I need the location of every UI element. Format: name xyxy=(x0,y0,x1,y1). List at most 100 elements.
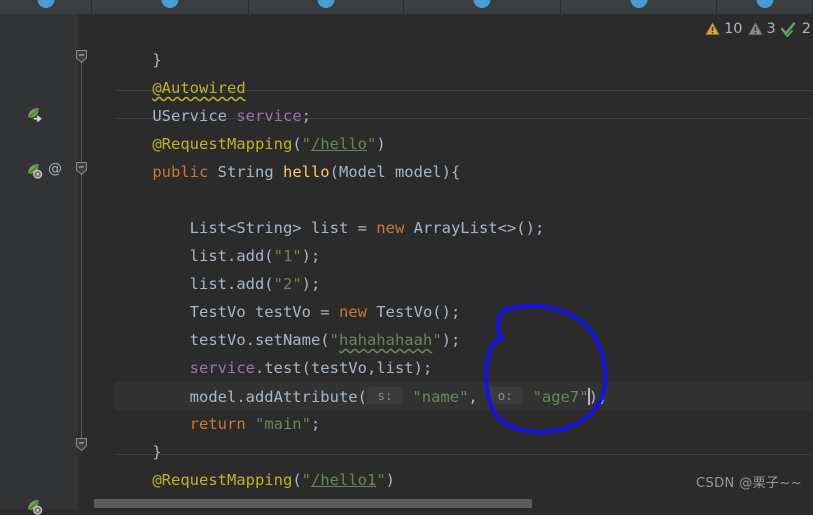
code-token: ; xyxy=(311,275,321,293)
code-token: list.add( xyxy=(189,247,274,265)
editor-tab-1[interactable] xyxy=(0,0,92,14)
warning-triangle-icon xyxy=(705,22,720,35)
idea-editor-window: @ 0203 }04 @Autowired05 UService service… xyxy=(0,0,813,515)
code-token: "main" xyxy=(254,415,311,433)
code-token: new xyxy=(376,219,414,237)
fold-collapse-bottom[interactable] xyxy=(76,162,87,175)
horizontal-scrollbar-thumb[interactable] xyxy=(94,499,532,508)
code-token: ) xyxy=(385,471,396,489)
code-token: /hello1 xyxy=(311,471,377,489)
editor-tab-2[interactable] xyxy=(92,0,249,14)
code-token: service xyxy=(236,107,302,125)
code-token: ; xyxy=(450,303,461,321)
code-token: s: xyxy=(366,387,404,404)
inspection-status-widget[interactable]: 10 3 2 xyxy=(705,14,813,44)
inspection-ok-group[interactable]: 2 xyxy=(780,21,811,37)
code-line[interactable]: 09 List<String> list = new ArrayList<>()… xyxy=(115,214,545,242)
weak-warning-count: 3 xyxy=(766,21,776,37)
tab-icon xyxy=(756,0,773,8)
code-token: " xyxy=(376,471,386,489)
editor-tab-6[interactable] xyxy=(717,0,813,14)
code-token: ) xyxy=(376,135,386,153)
fold-collapse-end[interactable] xyxy=(76,438,87,451)
code-token: ; xyxy=(301,107,311,125)
code-token: @Autowired xyxy=(152,79,246,97)
code-token: list.add( xyxy=(189,275,274,293)
code-line[interactable]: 15 model.addAttribute( s: "name", o: "ag… xyxy=(115,382,607,410)
editor-tab-5[interactable] xyxy=(561,0,717,14)
tab-icon xyxy=(317,0,335,8)
code-editor[interactable]: @ 0203 }04 @Autowired05 UService service… xyxy=(0,14,813,515)
tab-icon xyxy=(630,0,647,8)
code-token: ) xyxy=(301,275,311,293)
code-token: ArrayList<>() xyxy=(413,219,535,237)
code-token: "name" xyxy=(412,388,469,406)
spring-bean-mapping-icon-2[interactable] xyxy=(26,498,43,515)
code-token: ; xyxy=(310,415,321,433)
code-line[interactable]: 18 @RequestMapping("/hello1") xyxy=(115,466,395,494)
code-token: " xyxy=(367,135,377,153)
code-token: " xyxy=(301,135,311,153)
code-line[interactable]: 04 @Autowired xyxy=(115,74,246,102)
code-line[interactable]: 17 } xyxy=(115,438,162,466)
code-token: model.addAttribute( xyxy=(189,388,367,406)
code-token: ) xyxy=(588,388,598,406)
code-token: TestVo testVo = xyxy=(189,303,339,321)
fold-region-line xyxy=(81,56,82,441)
code-token: TestVo() xyxy=(376,303,451,321)
code-line[interactable]: 11 list.add("2"); xyxy=(115,270,321,298)
code-token: " xyxy=(432,331,442,349)
code-token: list) xyxy=(376,359,423,377)
inspection-ok-count: 2 xyxy=(801,21,811,37)
code-token: @RequestMapping xyxy=(152,135,293,153)
spring-bean-autowire-icon[interactable] xyxy=(26,106,43,123)
warning-group[interactable]: 10 xyxy=(705,21,743,37)
code-token: ) xyxy=(301,247,311,265)
code-line[interactable]: 14 service.test(testVo,list); xyxy=(115,354,433,382)
fold-column[interactable] xyxy=(78,14,115,509)
editor-tab-strip xyxy=(0,0,813,14)
code-token: service xyxy=(189,359,255,377)
spring-bean-mapping-icon[interactable] xyxy=(26,162,43,179)
code-line[interactable]: 10 list.add("1"); xyxy=(115,242,321,270)
code-token: } xyxy=(115,51,162,69)
code-line[interactable]: 03 } xyxy=(115,46,162,74)
code-token: ; xyxy=(311,247,321,265)
fold-collapse-top[interactable] xyxy=(76,50,87,63)
code-token: (Model model){ xyxy=(329,163,461,181)
warning-count: 10 xyxy=(724,21,743,37)
code-line[interactable]: 13 testVo.setName("hahahahaah"); xyxy=(115,326,461,354)
code-token: "age7" xyxy=(532,388,589,406)
code-token: } xyxy=(115,443,162,461)
editor-tab-4[interactable] xyxy=(404,0,561,14)
code-text-area[interactable]: 0203 }04 @Autowired05 UService service;0… xyxy=(115,14,813,509)
code-line[interactable]: 12 TestVo testVo = new TestVo(); xyxy=(115,298,461,326)
editor-tab-3[interactable] xyxy=(249,0,404,14)
code-line[interactable]: 07 public String hello(Model model){ xyxy=(115,158,460,186)
code-token: @RequestMapping xyxy=(152,471,293,489)
code-line[interactable]: 16 return "main"; xyxy=(115,410,321,438)
weak-warning-group[interactable]: 3 xyxy=(747,21,776,37)
code-line[interactable]: 06 @RequestMapping("/hello") xyxy=(115,130,386,158)
code-token: String xyxy=(217,163,283,181)
weak-warning-triangle-icon xyxy=(747,22,763,35)
tab-icon xyxy=(161,0,179,8)
code-token: public xyxy=(152,163,218,181)
code-token: " xyxy=(301,471,311,489)
code-token: hahahahaah xyxy=(338,331,433,349)
code-token: ( xyxy=(292,471,302,489)
code-line[interactable]: 05 UService service; xyxy=(115,102,311,130)
code-token: .test(testVo xyxy=(254,359,367,377)
code-token: ; xyxy=(534,219,545,237)
editor-gutter[interactable] xyxy=(0,14,78,509)
tab-icon xyxy=(37,0,54,8)
annotation-marker-icon[interactable]: @ xyxy=(48,161,62,177)
